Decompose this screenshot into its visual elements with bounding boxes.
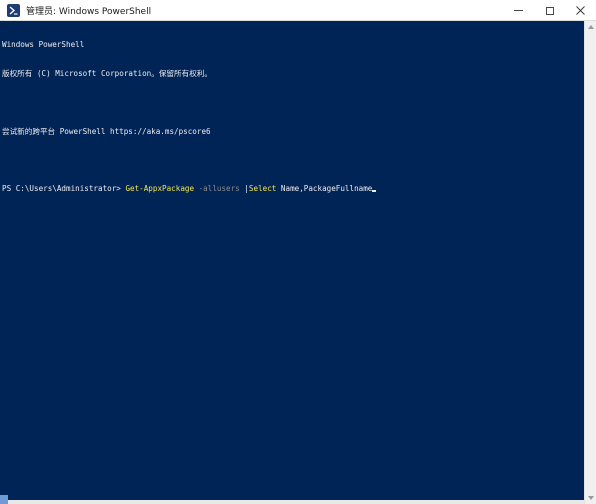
- prompt-text: PS C:\Users\Administrator>: [2, 184, 126, 194]
- resize-grip[interactable]: [0, 495, 8, 504]
- minimize-button[interactable]: [503, 0, 534, 21]
- parameter-text: -allusers: [198, 184, 240, 194]
- text-cursor: [372, 190, 377, 193]
- chevron-down-icon: [587, 496, 594, 500]
- scroll-down-button[interactable]: [585, 492, 596, 504]
- window-title: 管理员: Windows PowerShell: [26, 6, 152, 17]
- close-button[interactable]: [565, 0, 596, 21]
- header-line: Windows PowerShell: [2, 40, 85, 50]
- title-bar[interactable]: 管理员: Windows PowerShell: [0, 0, 596, 21]
- horizontal-scrollbar[interactable]: [0, 500, 584, 504]
- console-output[interactable]: Windows PowerShell 版权所有 (C) Microsoft Co…: [2, 21, 582, 489]
- minimize-icon: [514, 10, 523, 11]
- pscore-hint-line: 尝试新的跨平台 PowerShell https://aka.ms/pscore…: [2, 126, 211, 136]
- maximize-icon: [545, 6, 554, 15]
- select-cmdlet-text: Select: [248, 184, 277, 194]
- powershell-window: 管理员: Windows PowerShell Windows PowerShe…: [0, 0, 596, 504]
- argument-text: Name,PackageFullname: [276, 184, 373, 194]
- copyright-line: 版权所有 (C) Microsoft Corporation。保留所有权利。: [2, 68, 212, 78]
- powershell-icon: [7, 3, 20, 17]
- caption-buttons: [503, 0, 596, 21]
- scroll-up-button[interactable]: [585, 21, 596, 33]
- maximize-button[interactable]: [534, 0, 565, 21]
- vertical-scrollbar[interactable]: [584, 21, 596, 504]
- close-icon: [576, 6, 585, 15]
- chevron-up-icon: [587, 25, 594, 29]
- cmdlet-text: Get-AppxPackage: [125, 184, 195, 194]
- prompt-line[interactable]: PS C:\Users\Administrator> Get-AppxPacka…: [2, 184, 582, 194]
